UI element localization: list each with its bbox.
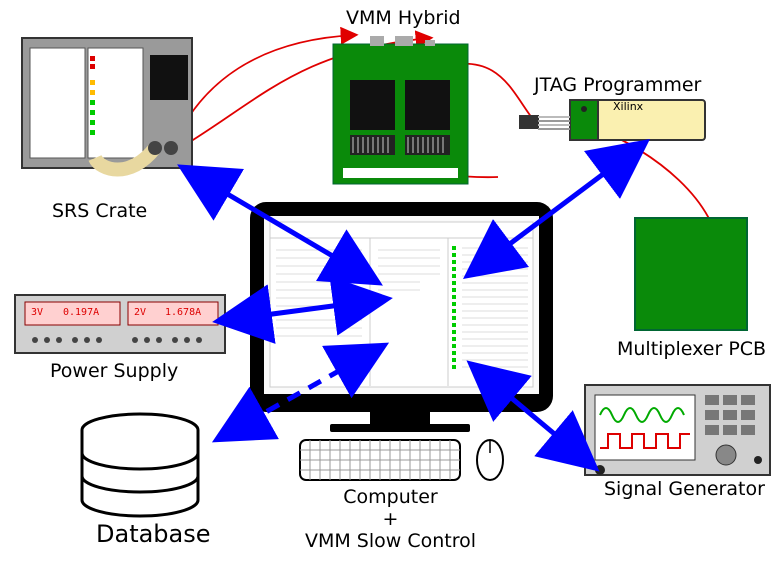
computer-label-line1: Computer <box>0 486 781 508</box>
computer-label-line3: VMM Slow Control <box>0 530 781 552</box>
psu-display1-v: 3V <box>31 307 43 318</box>
psu-display2-a: 1.678A <box>165 307 201 318</box>
jtag-label: JTAG Programmer <box>534 74 701 96</box>
srs-crate <box>22 38 192 170</box>
psu-display1-a: 0.197A <box>63 307 99 318</box>
vmm-hybrid-label: VMM Hybrid <box>346 7 461 29</box>
mouse <box>477 440 503 480</box>
signal-generator <box>585 385 770 475</box>
vmm-hybrid <box>333 36 468 184</box>
multiplexer-label: Multiplexer PCB <box>617 338 766 360</box>
jtag-programmer <box>519 100 705 140</box>
keyboard <box>300 440 460 480</box>
srs-crate-label: SRS Crate <box>52 200 147 222</box>
psu-display2-v: 2V <box>134 307 146 318</box>
multiplexer-pcb <box>635 218 747 330</box>
power-supply-label: Power Supply <box>50 360 178 382</box>
computer-label-line2: + <box>0 508 781 530</box>
jtag-chip-label: Xilinx <box>613 100 643 113</box>
power-supply <box>15 295 225 353</box>
